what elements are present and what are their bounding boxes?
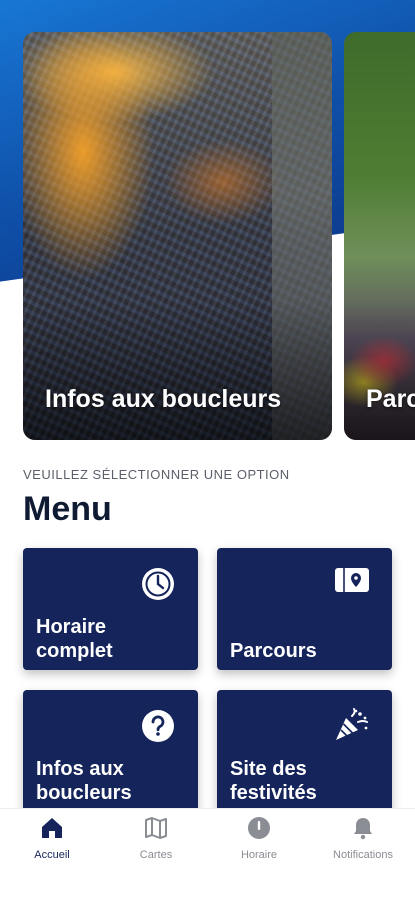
- nav-label: Accueil: [34, 849, 70, 861]
- nav-accueil[interactable]: Accueil: [2, 815, 102, 861]
- menu-title: Menu: [23, 490, 112, 528]
- clock-icon: [140, 566, 176, 607]
- tile-label: Horaire complet: [36, 616, 113, 662]
- nav-notifications[interactable]: Notifications: [313, 815, 413, 861]
- map-pin-icon: [334, 566, 370, 601]
- menu-subtitle: VEUILLEZ SÉLECTIONNER UNE OPTION: [23, 467, 290, 482]
- tile-horaire-complet[interactable]: Horaire complet: [23, 548, 198, 670]
- tile-label: Infos aux boucleurs: [36, 758, 132, 804]
- nav-cartes[interactable]: Cartes: [106, 815, 206, 861]
- party-popper-icon: [332, 708, 370, 749]
- question-icon: [140, 708, 176, 749]
- carousel-card-parcours[interactable]: Parcours: [344, 32, 415, 440]
- home-icon: [39, 815, 65, 841]
- tile-parcours[interactable]: Parcours: [217, 548, 392, 670]
- carousel-card-title: Infos aux boucleurs: [45, 385, 282, 413]
- carousel-card-title: Parcours: [366, 385, 415, 413]
- tile-site-festivites[interactable]: Site des festivités: [217, 690, 392, 812]
- tile-label: Site des festivités: [230, 758, 317, 804]
- featured-carousel[interactable]: Infos aux boucleurs Parcours: [0, 0, 415, 450]
- card-gradient: [23, 300, 332, 440]
- tile-infos-boucleurs[interactable]: Infos aux boucleurs: [23, 690, 198, 812]
- card-gradient: [344, 300, 415, 440]
- map-icon: [143, 815, 169, 841]
- nav-label: Cartes: [139, 849, 173, 861]
- bottom-navigation: Accueil Cartes Horaire Notifications: [0, 808, 415, 901]
- info-icon: [246, 815, 272, 841]
- carousel-card-infos-boucleurs[interactable]: Infos aux boucleurs: [23, 32, 332, 440]
- nav-horaire[interactable]: Horaire: [209, 815, 309, 861]
- nav-label: Horaire: [240, 849, 278, 861]
- nav-label: Notifications: [333, 849, 393, 861]
- bell-icon: [350, 815, 376, 841]
- tile-label: Parcours: [230, 640, 317, 662]
